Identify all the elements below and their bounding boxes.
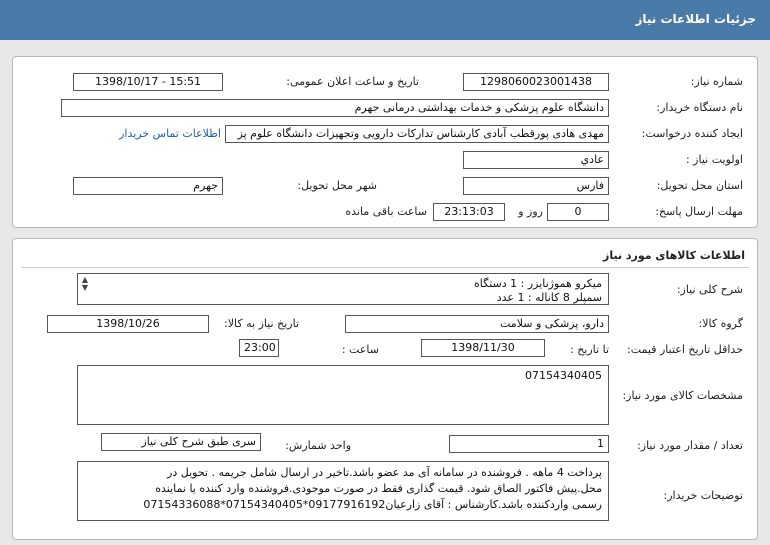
need-date-label: تاریخ نیاز به کالا:	[224, 317, 299, 330]
goods-group-label: گروه کالا:	[698, 317, 743, 330]
page-title: جزئیات اطلاعات نیاز	[635, 12, 756, 26]
validity-time-field: 23:00	[239, 339, 279, 357]
until-date-label: تا تاریخ :	[570, 343, 609, 356]
spec-line: 07154340405	[525, 369, 602, 382]
summary-line: سمپلر 8 کاناله : 1 عدد	[496, 291, 602, 304]
unit-label: واحد شمارش:	[285, 439, 351, 452]
creator-label: ایجاد کننده درخواست:	[641, 127, 743, 140]
buyer-notes-label: توضیحات خریدار:	[663, 489, 744, 502]
quantity-label: تعداد / مقدار مورد نیاز:	[637, 439, 743, 452]
notes-line: محل.پیش فاکتور الصاق شود. قیمت گذاری فقط…	[155, 482, 602, 495]
buyer-notes-textarea[interactable]: پرداخت 4 ماهه . فروشنده در سامانه آی مد …	[77, 461, 609, 521]
announce-date-label: تاریخ و ساعت اعلان عمومی:	[286, 75, 419, 88]
summary-label: شرح کلی نیاز:	[676, 283, 743, 296]
buyer-field: دانشگاه علوم پزشکی و خدمات بهداشتی درمان…	[61, 99, 609, 117]
validity-hour-label: ساعت :	[341, 343, 379, 356]
goods-panel: اطلاعات کالاهای مورد نیاز شرح کلی نیاز: …	[12, 238, 758, 540]
need-number-field: 1298060023001438	[463, 73, 609, 91]
announce-date-field: 1398/10/17 - 15:51	[73, 73, 223, 91]
remaining-time-field: 23:13:03	[433, 203, 505, 221]
city-label: شهر محل تحویل:	[297, 179, 377, 192]
notes-line: پرداخت 4 ماهه . فروشنده در سامانه آی مد …	[167, 466, 602, 479]
province-label: استان محل تحویل:	[656, 179, 743, 192]
spec-label: مشخصات کالای مورد نیاز:	[622, 389, 743, 402]
page-header: جزئیات اطلاعات نیاز	[0, 0, 770, 40]
quantity-field: 1	[449, 435, 609, 453]
spec-textarea[interactable]: 07154340405	[77, 365, 609, 425]
priority-label: اولویت نیاز :	[685, 153, 743, 166]
summary-line: میکرو هموژنایزر : 1 دستگاه	[474, 277, 602, 290]
need-number-label: شماره نیاز:	[690, 75, 743, 88]
days-field: 0	[547, 203, 609, 221]
goods-group-field: دارو، پزشکی و سلامت	[345, 315, 609, 333]
deadline-label: مهلت ارسال پاسخ:	[655, 205, 743, 218]
remaining-label: ساعت باقی مانده	[345, 205, 427, 218]
notes-line: رسمی واردکننده باشد.کارشناس : آقای زارعی…	[143, 498, 602, 511]
summary-textarea[interactable]: میکرو هموژنایزر : 1 دستگاه سمپلر 8 کانال…	[77, 273, 609, 305]
buyer-label: نام دستگاه خریدار:	[656, 101, 743, 114]
priority-field: عادي	[463, 151, 609, 169]
section-divider	[21, 267, 749, 268]
validity-date-field: 1398/11/30	[421, 339, 545, 357]
need-details-panel: شماره نیاز: 1298060023001438 تاریخ و ساع…	[12, 56, 758, 228]
days-label: روز و	[518, 205, 543, 218]
buyer-contact-link[interactable]: اطلاعات تماس خریدار	[119, 127, 221, 140]
need-date-field: 1398/10/26	[47, 315, 209, 333]
unit-field: سری طبق شرح کلی نیاز	[101, 433, 261, 451]
creator-field: مهدی هادی پورقطب آبادی کارشناس تدارکات د…	[225, 125, 609, 143]
goods-section-title: اطلاعات کالاهای مورد نیاز	[603, 249, 745, 262]
province-field: فارس	[463, 177, 609, 195]
price-validity-label: حداقل تاریخ اعتبار قیمت:	[627, 343, 743, 356]
scroll-arrows-icon[interactable]: ▲ ▼	[80, 276, 90, 292]
city-field: جهرم	[73, 177, 223, 195]
